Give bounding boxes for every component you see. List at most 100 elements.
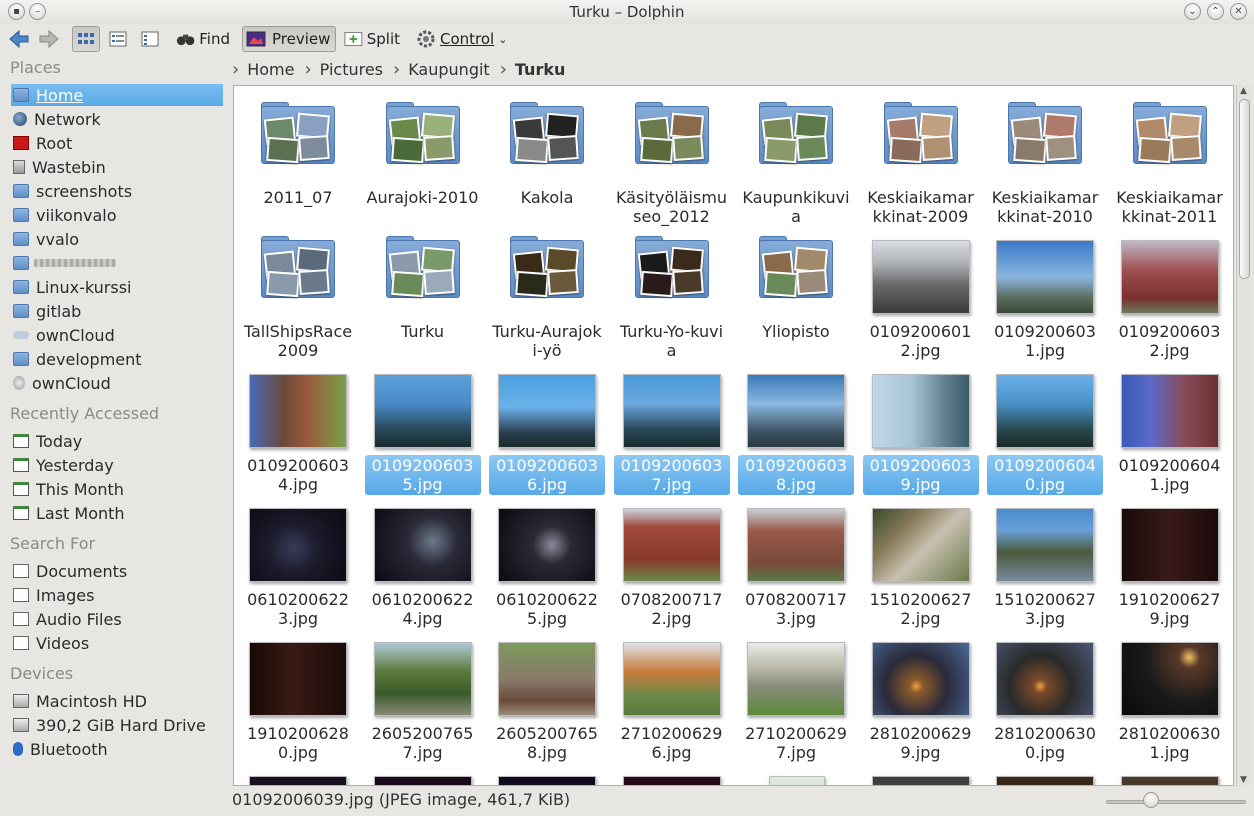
folder-item[interactable]: Aurajoki-2010 (364, 96, 482, 226)
places-item[interactable]: Bluetooth (11, 738, 223, 760)
places-item[interactable]: Audio Files (11, 608, 223, 630)
places-item[interactable]: Videos (11, 632, 223, 654)
forward-arrow-icon[interactable] (38, 29, 60, 49)
places-item[interactable]: Documents (11, 560, 223, 582)
image-file-item[interactable]: 28102006300.jpg (986, 632, 1104, 762)
image-thumbnail[interactable] (769, 776, 825, 785)
preview-button[interactable]: Preview (242, 26, 336, 52)
zoom-slider-handle[interactable] (1143, 792, 1160, 808)
image-file-item[interactable]: 26052007658.jpg (488, 632, 606, 762)
icons-view-button[interactable] (72, 26, 100, 52)
image-file-item[interactable]: 19102006279.jpg (1111, 498, 1229, 628)
image-file-item[interactable]: 07082007172.jpg (613, 498, 731, 628)
places-item[interactable]: Today (11, 430, 223, 452)
image-file-item[interactable]: 01092006036.jpg (488, 364, 606, 495)
image-file-item[interactable]: 01092006034.jpg (239, 364, 357, 494)
zoom-slider[interactable] (1106, 800, 1246, 804)
folder-item[interactable]: TallShipsRace2009 (239, 230, 357, 360)
image-file-item[interactable]: 01092006038.jpg (737, 364, 855, 495)
folder-item[interactable]: Keskiaikamarkkinat-2011 (1111, 96, 1229, 226)
image-file-item[interactable]: 07082007173.jpg (737, 498, 855, 628)
image-file-item[interactable]: 01092006040.jpg (986, 364, 1104, 495)
places-item[interactable]: This Month (11, 478, 223, 500)
image-file-item[interactable]: 01092006037.jpg (613, 364, 731, 495)
image-file-item[interactable]: 06102006224.jpg (364, 498, 482, 628)
folder-item[interactable]: Keskiaikamarkkinat-2009 (862, 96, 980, 226)
scroll-up-icon[interactable]: ▲ (1240, 86, 1247, 96)
image-file-item[interactable]: 01092006012.jpg (862, 230, 980, 360)
folder-item[interactable]: Käsityöläismuseo_2012 (613, 96, 731, 226)
image-file-item[interactable]: 27102006296.jpg (613, 632, 731, 762)
places-item-label: Audio Files (36, 609, 122, 629)
image-file-item[interactable]: 19102006280.jpg (239, 632, 357, 762)
find-button[interactable]: Find (172, 26, 234, 52)
image-file-item[interactable]: 01092006039.jpg (862, 364, 980, 495)
control-menu-button[interactable]: Control ⌄ (412, 26, 512, 52)
breadcrumb-item[interactable]: Kaupungit (408, 60, 489, 79)
file-view[interactable]: 2011_07 Aurajoki-2010 Kakola Käsityöläismus… (233, 85, 1234, 786)
places-item[interactable]: ownCloud (11, 372, 223, 394)
details-view-button[interactable] (136, 26, 164, 52)
title-bar[interactable]: ▪ – Turku – Dolphin ⌄ ⌃ ✕ (0, 0, 1254, 24)
places-item[interactable]: Wastebin (11, 156, 223, 178)
image-file-item[interactable]: 28102006299.jpg (862, 632, 980, 762)
file-name-label: 28102006299.jpg (869, 724, 972, 762)
folder-icon (755, 102, 837, 168)
image-thumbnail[interactable] (1120, 776, 1219, 785)
vertical-scrollbar[interactable]: ▲ ▼ (1236, 85, 1252, 786)
image-file-item[interactable]: 01092006035.jpg (364, 364, 482, 495)
folder-item[interactable]: Kaupunkikuvia (737, 96, 855, 226)
folder-item[interactable]: Turku-Aurajoki-yö (488, 230, 606, 360)
image-file-item[interactable]: 27102006297.jpg (737, 632, 855, 762)
image-thumbnail[interactable] (622, 776, 721, 785)
folder-item[interactable]: Turku-Yo-kuvia (613, 230, 731, 360)
breadcrumb-item[interactable]: Pictures (320, 60, 383, 79)
places-item[interactable]: Root (11, 132, 223, 154)
places-item[interactable]: Home (11, 84, 223, 106)
places-item[interactable]: Last Month (11, 502, 223, 524)
places-item[interactable]: ownCloud (11, 324, 223, 346)
folder-item[interactable]: Yliopisto (737, 230, 855, 360)
places-item[interactable]: Linux-kurssi (11, 276, 223, 298)
back-arrow-icon[interactable] (8, 29, 30, 49)
image-thumbnail[interactable] (498, 776, 596, 785)
image-file-item[interactable]: 06102006225.jpg (488, 498, 606, 628)
folder-item[interactable]: Kakola (488, 96, 606, 226)
image-thumbnail[interactable] (249, 776, 347, 785)
image-file-item[interactable]: 06102006223.jpg (239, 498, 357, 628)
breadcrumb-item[interactable]: Home (247, 60, 294, 79)
scroll-down-icon[interactable]: ▼ (1240, 775, 1247, 785)
image-file-item[interactable]: 15102006272.jpg (862, 498, 980, 628)
image-file-item[interactable]: 15102006273.jpg (986, 498, 1104, 628)
image-file-item[interactable]: 28102006301.jpg (1111, 632, 1229, 762)
image-file-item[interactable]: 01092006031.jpg (986, 230, 1104, 360)
image-thumbnail[interactable] (996, 776, 1094, 785)
places-item[interactable]: development (11, 348, 223, 370)
places-item[interactable]: 390,2 GiB Hard Drive (11, 714, 223, 736)
image-file-item[interactable]: 01092006041.jpg (1111, 364, 1229, 494)
close-icon[interactable]: ✕ (1230, 3, 1247, 20)
places-item[interactable]: Network (11, 108, 223, 130)
places-item[interactable]: screenshots (11, 180, 223, 202)
places-item[interactable]: vvalo (11, 228, 223, 250)
image-file-item[interactable]: 01092006032.jpg (1111, 230, 1229, 360)
folder-item[interactable]: 2011_07 (239, 96, 357, 226)
scrollbar-thumb[interactable] (1239, 99, 1250, 279)
folder-item[interactable]: Keskiaikamarkkinat-2010 (986, 96, 1104, 226)
places-item[interactable]: gitlab (11, 300, 223, 322)
places-item[interactable]: Yesterday (11, 454, 223, 476)
places-item-label: vvalo (36, 229, 79, 249)
image-thumbnail[interactable] (871, 776, 970, 785)
split-button[interactable]: Split (340, 26, 404, 52)
minimize-icon[interactable]: ⌄ (1184, 3, 1201, 20)
image-file-item[interactable]: 26052007657.jpg (364, 632, 482, 762)
places-item[interactable] (11, 252, 223, 274)
places-item[interactable]: viikonvalo (11, 204, 223, 226)
folder-item[interactable]: Turku (364, 230, 482, 360)
image-thumbnail[interactable] (373, 776, 472, 785)
places-item[interactable]: Macintosh HD (11, 690, 223, 712)
compact-view-button[interactable] (104, 26, 132, 52)
places-item[interactable]: Images (11, 584, 223, 606)
maximize-icon[interactable]: ⌃ (1207, 3, 1224, 20)
breadcrumb-item[interactable]: Turku (515, 60, 565, 79)
